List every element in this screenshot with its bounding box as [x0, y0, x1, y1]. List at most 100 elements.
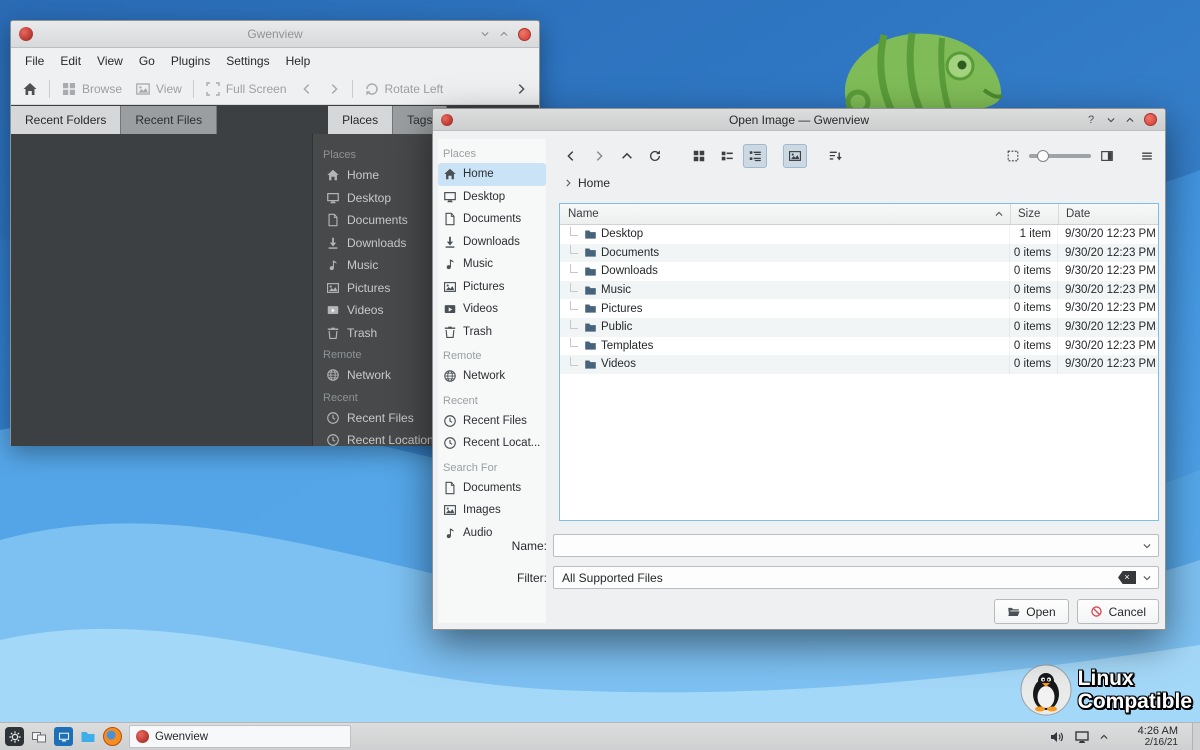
- places-item-search-images[interactable]: Images: [438, 499, 546, 522]
- minimize-icon[interactable]: [1106, 115, 1116, 125]
- preview-toggle-button[interactable]: [783, 144, 807, 168]
- table-row[interactable]: Videos 0 items 9/30/20 12:23 PM: [560, 355, 1158, 374]
- previous-button[interactable]: [295, 79, 319, 99]
- menu-edit[interactable]: Edit: [52, 51, 89, 71]
- toolbar-separator: [193, 80, 194, 98]
- forward-button[interactable]: [587, 144, 611, 168]
- volume-icon[interactable]: [1049, 729, 1065, 745]
- filter-combobox[interactable]: All Supported Files ×: [553, 566, 1159, 589]
- back-button[interactable]: [559, 144, 583, 168]
- maximize-icon[interactable]: [1125, 115, 1135, 125]
- cancel-button[interactable]: Cancel: [1077, 599, 1159, 624]
- close-icon[interactable]: [518, 28, 531, 41]
- places-item-desktop[interactable]: Desktop: [438, 186, 546, 209]
- app-launcher-button[interactable]: [5, 727, 24, 746]
- home-button[interactable]: [17, 78, 43, 100]
- file-list-empty-area[interactable]: [560, 374, 1158, 520]
- table-row[interactable]: Desktop 1 item 9/30/20 12:23 PM: [560, 225, 1158, 244]
- column-header-name[interactable]: Name: [560, 204, 1010, 224]
- help-icon[interactable]: ?: [1085, 114, 1097, 126]
- dialog-toolbar: [559, 141, 1159, 171]
- menu-view[interactable]: View: [89, 51, 131, 71]
- compact-view-button[interactable]: [715, 144, 739, 168]
- open-button[interactable]: Open: [994, 599, 1068, 624]
- menu-help[interactable]: Help: [278, 51, 319, 71]
- table-row[interactable]: Downloads 0 items 9/30/20 12:23 PM: [560, 262, 1158, 281]
- zoom-slider[interactable]: [1029, 144, 1091, 168]
- gwenview-titlebar[interactable]: Gwenview: [11, 21, 539, 48]
- full-screen-button[interactable]: Full Screen: [200, 78, 292, 100]
- toolbar-overflow-button[interactable]: [509, 79, 533, 99]
- reload-button[interactable]: [643, 144, 667, 168]
- close-icon[interactable]: [1144, 113, 1157, 126]
- icons-view-button[interactable]: [687, 144, 711, 168]
- show-desktop-button[interactable]: [1192, 723, 1200, 750]
- rotate-left-button[interactable]: Rotate Left: [359, 78, 449, 100]
- menu-settings[interactable]: Settings: [218, 51, 277, 71]
- table-row[interactable]: Music 0 items 9/30/20 12:23 PM: [560, 281, 1158, 300]
- sort-button[interactable]: [823, 144, 847, 168]
- tray-expander-icon[interactable]: [1099, 732, 1109, 742]
- table-row[interactable]: Pictures 0 items 9/30/20 12:23 PM: [560, 299, 1158, 318]
- places-item-trash[interactable]: Trash: [438, 321, 546, 344]
- pager-icon[interactable]: [31, 729, 47, 745]
- digital-clock[interactable]: 4:26 AM 2/16/21: [1120, 725, 1178, 749]
- menu-plugins[interactable]: Plugins: [163, 51, 218, 71]
- folder-icon: [584, 358, 597, 371]
- places-item-recent-locations[interactable]: Recent Locat...: [438, 432, 546, 455]
- options-menu-button[interactable]: [1135, 144, 1159, 168]
- tab-recent-folders[interactable]: Recent Folders: [11, 106, 121, 134]
- column-header-date[interactable]: Date: [1058, 204, 1158, 224]
- dolphin-folder-icon[interactable]: [80, 729, 96, 745]
- chevron-down-icon[interactable]: [1142, 573, 1152, 583]
- table-header: Name Size Date: [560, 204, 1158, 225]
- places-item-network[interactable]: Network: [438, 365, 546, 388]
- table-row[interactable]: Documents 0 items 9/30/20 12:23 PM: [560, 244, 1158, 263]
- clear-filter-icon[interactable]: ×: [1118, 571, 1136, 584]
- menu-file[interactable]: File: [17, 51, 52, 71]
- places-item-home[interactable]: Home: [438, 163, 546, 186]
- minimize-icon[interactable]: [480, 29, 490, 39]
- maximize-icon[interactable]: [499, 29, 509, 39]
- konsole-icon[interactable]: [54, 727, 73, 746]
- penguin-logo-icon: [1020, 664, 1072, 716]
- firefox-icon[interactable]: [103, 727, 122, 746]
- places-item-music[interactable]: Music: [438, 253, 546, 276]
- places-item-videos[interactable]: Videos: [438, 298, 546, 321]
- file-date: 9/30/20 12:23 PM: [1058, 318, 1158, 337]
- tab-recent-files[interactable]: Recent Files: [121, 106, 217, 134]
- next-button[interactable]: [322, 79, 346, 99]
- breadcrumb[interactable]: Home: [559, 171, 1159, 195]
- network-icon[interactable]: [1074, 729, 1090, 745]
- view-button[interactable]: View: [130, 78, 187, 100]
- taskbar-task-gwenview[interactable]: Gwenview: [129, 725, 351, 748]
- dialog-titlebar[interactable]: Open Image — Gwenview ?: [433, 109, 1165, 131]
- menu-go[interactable]: Go: [131, 51, 163, 71]
- places-item-documents[interactable]: Documents: [438, 208, 546, 231]
- desktop-icon: [443, 190, 457, 204]
- details-view-button[interactable]: [743, 144, 767, 168]
- table-row[interactable]: Public 0 items 9/30/20 12:23 PM: [560, 318, 1158, 337]
- name-input[interactable]: [562, 535, 1136, 556]
- up-button[interactable]: [615, 144, 639, 168]
- tree-branch: [570, 357, 578, 366]
- tree-branch: [570, 245, 578, 254]
- chevron-down-icon[interactable]: [1142, 541, 1152, 551]
- table-row[interactable]: Templates 0 items 9/30/20 12:23 PM: [560, 337, 1158, 356]
- zoom-select-button[interactable]: [1001, 144, 1025, 168]
- places-item-downloads[interactable]: Downloads: [438, 231, 546, 254]
- desktop-icon: [326, 191, 340, 205]
- places-item-pictures[interactable]: Pictures: [438, 276, 546, 299]
- details-view-icon: [748, 149, 762, 163]
- column-header-size[interactable]: Size: [1010, 204, 1058, 224]
- places-item-search-documents[interactable]: Documents: [438, 477, 546, 500]
- zoom-slider-handle[interactable]: [1037, 150, 1049, 162]
- file-size: 1 item: [1010, 225, 1058, 244]
- places-item-recent-files[interactable]: Recent Files: [438, 410, 546, 433]
- breadcrumb-home[interactable]: Home: [578, 176, 610, 190]
- browse-button[interactable]: Browse: [56, 78, 127, 100]
- sort-ascending-icon: [994, 209, 1004, 219]
- name-combobox[interactable]: [553, 534, 1159, 557]
- tab-places[interactable]: Places: [328, 106, 393, 134]
- preview-panel-button[interactable]: [1095, 144, 1119, 168]
